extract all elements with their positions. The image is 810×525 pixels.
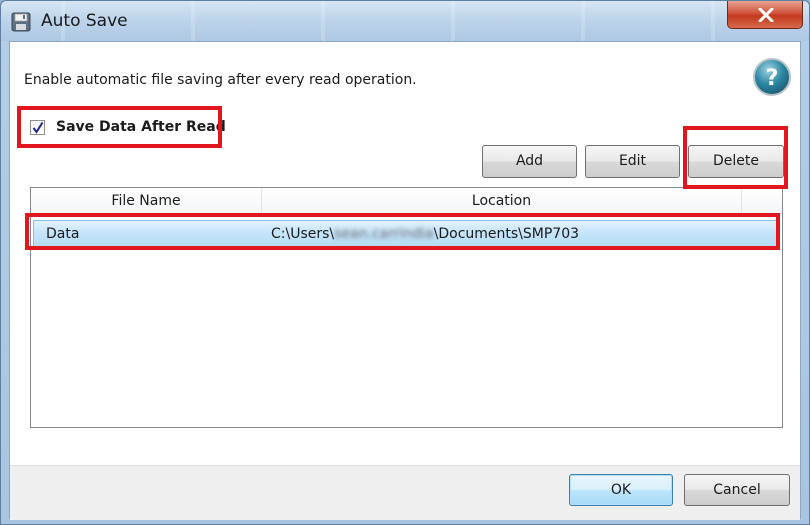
cell-location: C:\Users\sean.carrindia\Documents\SMP703 bbox=[271, 221, 579, 247]
close-icon bbox=[758, 8, 774, 22]
add-button[interactable]: Add bbox=[482, 145, 577, 178]
checkmark-icon bbox=[32, 121, 44, 134]
help-icon[interactable]: ? bbox=[752, 57, 792, 97]
cancel-button[interactable]: Cancel bbox=[684, 474, 790, 506]
location-suffix: \Documents\SMP703 bbox=[433, 226, 580, 242]
ok-button[interactable]: OK bbox=[569, 474, 673, 506]
window-title: Auto Save bbox=[41, 11, 128, 31]
save-after-read-checkbox[interactable] bbox=[30, 120, 45, 135]
table-row[interactable]: Data C:\Users\sean.carrindia\Documents\S… bbox=[33, 220, 780, 248]
title-bar[interactable]: Auto Save bbox=[1, 1, 809, 41]
floppy-disk-icon bbox=[11, 12, 31, 32]
cell-file-name: Data bbox=[46, 226, 80, 242]
delete-button[interactable]: Delete bbox=[688, 145, 784, 178]
dialog-footer: OK Cancel bbox=[10, 465, 800, 520]
column-header-file-name[interactable]: File Name bbox=[31, 188, 262, 213]
svg-text:?: ? bbox=[766, 66, 779, 91]
close-button[interactable] bbox=[727, 1, 803, 29]
dialog-content: Enable automatic file saving after every… bbox=[9, 41, 801, 520]
location-prefix: C:\Users\ bbox=[271, 226, 335, 242]
edit-button[interactable]: Edit bbox=[585, 145, 680, 178]
grid-header: File Name Location bbox=[31, 188, 782, 214]
save-after-read-label: Save Data After Read bbox=[56, 119, 226, 135]
auto-save-file-list[interactable]: File Name Location Data C:\Users\sean.ca… bbox=[30, 187, 783, 428]
column-header-location[interactable]: Location bbox=[262, 188, 742, 213]
auto-save-dialog: Auto Save Enable automatic file saving a… bbox=[0, 0, 810, 525]
dialog-description: Enable automatic file saving after every… bbox=[24, 72, 417, 88]
location-redacted-username: sean.carrindia bbox=[334, 226, 434, 242]
